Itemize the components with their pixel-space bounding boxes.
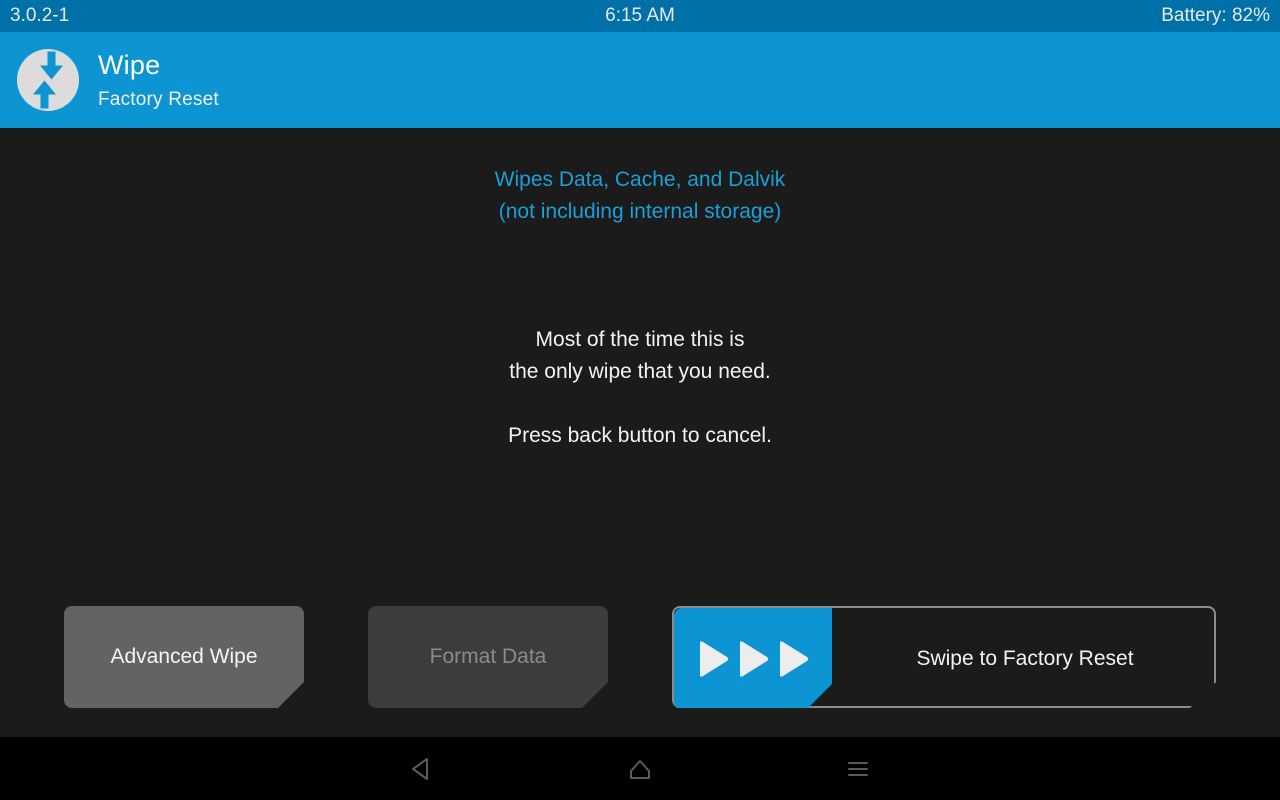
wipe-instructions: Most of the time this is the only wipe t… xyxy=(0,324,1280,452)
menu-icon xyxy=(848,761,868,776)
wipe-instruction-line-1: Most of the time this is xyxy=(535,328,745,351)
nav-home-button[interactable] xyxy=(580,737,700,800)
wipe-instruction-line-2: the only wipe that you need. xyxy=(509,360,771,383)
android-navigation-bar xyxy=(0,737,1280,800)
main-content: Wipes Data, Cache, and Dalvik (not inclu… xyxy=(0,128,1280,737)
page-title: Wipe xyxy=(98,49,161,80)
nav-back-button[interactable] xyxy=(362,737,482,800)
back-icon xyxy=(412,757,428,780)
action-button-row: Advanced Wipe Format Data Swipe to Facto… xyxy=(0,606,1280,708)
play-arrow-icon xyxy=(696,640,730,678)
clock-label: 6:15 AM xyxy=(605,5,675,26)
twrp-recovery-screen: 3.0.2-1 6:15 AM Battery: 82% Wipe Factor… xyxy=(0,0,1280,800)
format-data-button-label: Format Data xyxy=(429,645,547,668)
advanced-wipe-button[interactable]: Advanced Wipe xyxy=(64,606,304,708)
twrp-logo-icon xyxy=(17,49,79,111)
play-arrow-icon xyxy=(776,640,810,678)
nav-menu-button[interactable] xyxy=(798,737,918,800)
swipe-slider-handle[interactable] xyxy=(674,608,832,710)
wipe-description-line-2: (not including internal storage) xyxy=(498,200,782,223)
swipe-bar-label-wrap: Swipe to Factory Reset xyxy=(832,608,1218,710)
swipe-to-factory-reset-bar[interactable]: Swipe to Factory Reset xyxy=(672,606,1216,708)
page-header: Wipe Factory Reset xyxy=(0,32,1280,128)
battery-label: Battery: 82% xyxy=(1161,5,1270,26)
home-icon xyxy=(630,759,650,779)
swipe-bar-label: Swipe to Factory Reset xyxy=(916,647,1134,670)
wipe-description-blue: Wipes Data, Cache, and Dalvik (not inclu… xyxy=(0,164,1280,228)
wipe-instruction-line-3: Press back button to cancel. xyxy=(508,424,772,447)
instruction-spacer xyxy=(0,388,1280,420)
format-data-button[interactable]: Format Data xyxy=(368,606,608,708)
page-subtitle: Factory Reset xyxy=(98,88,219,110)
wipe-description-line-1: Wipes Data, Cache, and Dalvik xyxy=(494,168,786,191)
advanced-wipe-button-label: Advanced Wipe xyxy=(110,645,258,668)
header-text-block: Wipe Factory Reset xyxy=(98,49,219,110)
status-bar: 3.0.2-1 6:15 AM Battery: 82% xyxy=(0,0,1280,32)
play-arrow-icon xyxy=(736,640,770,678)
